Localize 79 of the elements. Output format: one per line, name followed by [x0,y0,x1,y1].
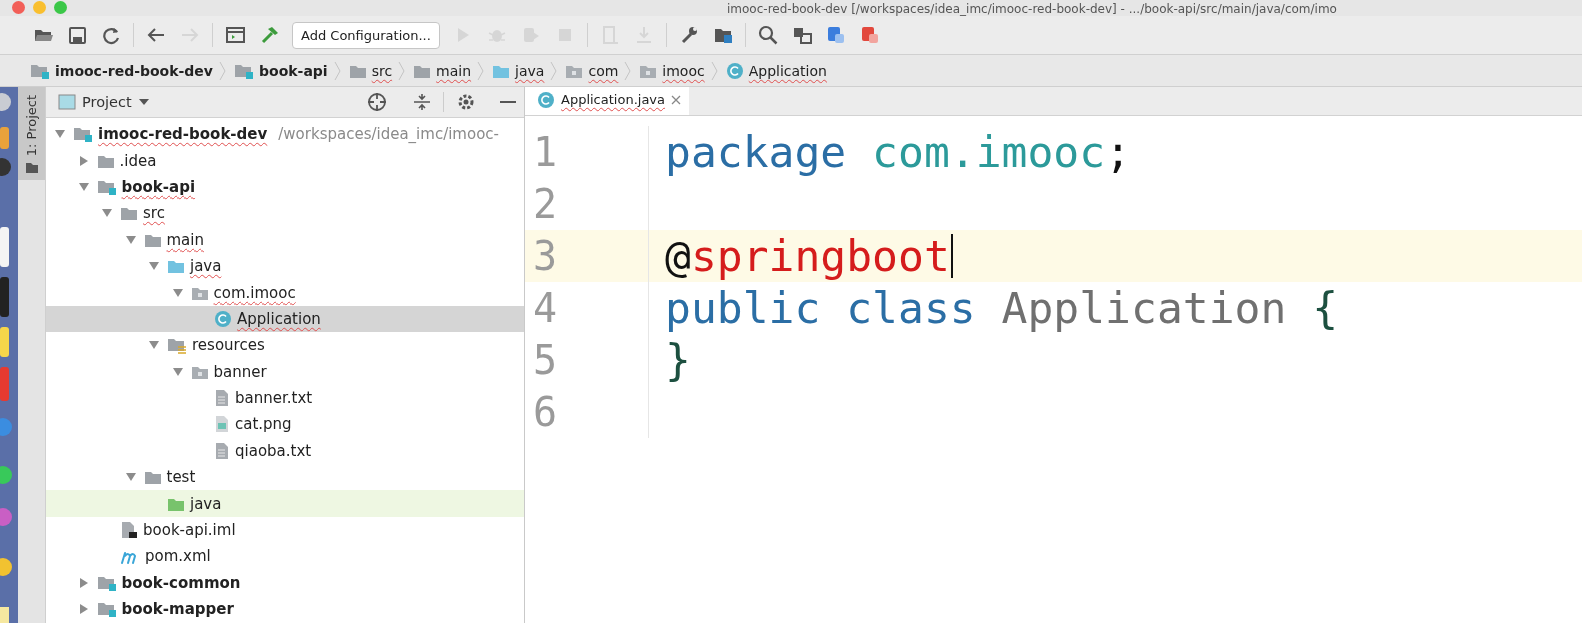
line-number: 5 [525,334,649,386]
breadcrumb-item[interactable]: Application [748,62,827,79]
save-icon[interactable] [67,25,87,45]
dropdown-icon[interactable] [137,98,150,106]
class-icon [214,309,232,328]
panel-title[interactable]: Project [82,94,132,110]
tree-item[interactable]: main [46,226,524,253]
chevron-icon [398,60,406,81]
tree-item[interactable]: book-api.iml [46,516,524,544]
collapse-all-icon[interactable] [413,92,431,112]
text-file-icon [214,441,230,460]
tree-item[interactable]: Application [46,305,524,333]
folder-icon [143,469,162,486]
tree-item[interactable]: banner.txt [46,384,524,412]
task-icon[interactable] [791,25,812,45]
tree-item[interactable]: pom.xml [46,543,524,570]
project-tool-tab[interactable]: 1: Project [18,87,45,181]
line-number: 1 [525,126,649,178]
class-icon [725,61,744,80]
breadcrumb-item[interactable]: imooc [662,62,705,79]
breadcrumb-item[interactable]: book-api [259,62,328,79]
chevron-icon [477,60,485,81]
tree-item[interactable]: .idea [46,147,524,174]
tree-item[interactable]: com.imooc [46,279,524,306]
tree-item[interactable]: book-common [46,569,524,597]
tree-item[interactable]: src [46,200,524,227]
resources-folder-icon [167,336,187,355]
text-cursor [950,234,953,278]
translate-icon[interactable] [825,25,846,45]
search-icon[interactable] [757,25,778,45]
locate-icon[interactable] [367,92,387,112]
module-folder-icon [73,125,93,144]
close-icon[interactable] [671,94,681,105]
module-folder-icon [96,600,117,619]
tree-item[interactable]: java [46,252,524,280]
run-configuration-button[interactable]: Add Configuration... [292,21,440,49]
breadcrumb-item[interactable]: main [436,62,472,79]
tree-item[interactable]: cat.png [46,411,524,438]
chevron-icon [219,60,226,81]
tree-item[interactable]: test [46,464,524,491]
close-window-button[interactable] [12,1,25,14]
project-path: /workspaces/idea_imc/imooc- [278,125,499,144]
translate-icon[interactable] [859,25,880,45]
window-title: imooc-red-book-dev [/workspaces/idea_imc/imooc-red-book-dev] - .../book-api/src/main/java/com/imo [727,3,1337,16]
minimize-icon[interactable] [500,100,516,104]
code-line: @springboot [665,231,950,281]
line-number: 4 [525,282,649,334]
class-icon [537,90,555,109]
breadcrumb-item[interactable]: imooc-red-book-dev [55,62,213,79]
folder-icon [120,205,138,222]
source-folder-icon [167,258,185,275]
panel-icon [58,94,76,110]
chevron-icon [710,60,718,81]
settings-icon[interactable] [456,92,476,112]
tree-item[interactable]: book-mapper [46,596,524,623]
folder-icon [24,162,39,175]
code-line: package com.imooc; [665,127,1131,177]
hammer-icon[interactable] [259,25,279,45]
code-line: } [665,335,691,385]
line-number: 6 [525,386,649,438]
tree-item[interactable]: book-api [46,173,524,201]
breadcrumb-item[interactable]: java [515,62,545,79]
image-file-icon [214,415,230,434]
chevron-icon [624,60,632,81]
tree-item[interactable]: banner [46,358,524,385]
module-file-icon [120,521,138,540]
sync-icon[interactable] [101,25,121,45]
tree-item[interactable]: resources [46,332,524,359]
editor-tab[interactable]: Application.java [525,87,689,115]
tree-item[interactable]: imooc-red-book-dev /workspaces/idea_imc/imooc- [46,121,524,148]
tree-item[interactable]: qiaoba.txt [46,437,524,465]
breadcrumb-item[interactable]: com [588,62,619,79]
breadcrumb-item[interactable]: src [371,62,393,79]
chevron-icon [333,60,341,81]
chevron-icon [550,60,558,81]
text-file-icon [214,389,230,408]
window-icon[interactable] [225,25,245,45]
tree-item[interactable]: java [46,490,524,517]
code-line: public class Application { [665,283,1339,333]
